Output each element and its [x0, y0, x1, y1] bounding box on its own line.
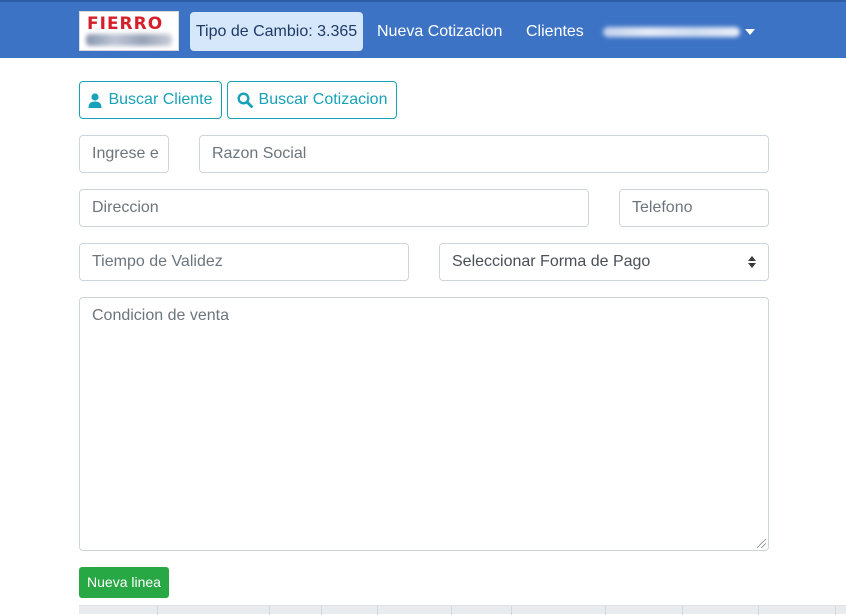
- telefono-input[interactable]: Telefono: [619, 189, 769, 227]
- direccion-input[interactable]: Direccion: [79, 189, 589, 227]
- razon-social-input[interactable]: Razon Social: [199, 135, 769, 173]
- buscar-cotizacion-label: Buscar Cotizacion: [258, 91, 388, 108]
- nueva-linea-button[interactable]: Nueva linea: [79, 567, 169, 598]
- condicion-venta-textarea[interactable]: Condicion de venta: [79, 297, 769, 551]
- user-icon: [88, 92, 102, 108]
- search-icon: [237, 92, 253, 108]
- caret-down-icon[interactable]: [745, 29, 755, 35]
- buscar-cliente-button[interactable]: Buscar Cliente: [79, 81, 222, 119]
- resize-handle-icon[interactable]: [757, 539, 766, 548]
- buscar-cotizacion-button[interactable]: Buscar Cotizacion: [227, 81, 397, 119]
- select-arrows-icon: [748, 256, 756, 268]
- forma-pago-select[interactable]: Seleccionar Forma de Pago: [439, 243, 769, 281]
- table-header-strip: [79, 605, 846, 615]
- buscar-cliente-label: Buscar Cliente: [108, 91, 213, 108]
- exchange-rate-badge: Tipo de Cambio: 3.365: [190, 12, 363, 51]
- forma-pago-selected: Seleccionar Forma de Pago: [452, 253, 651, 270]
- user-menu-name-blurred[interactable]: [603, 27, 740, 37]
- logo-text: FIERRO: [87, 14, 164, 34]
- brand-logo[interactable]: FIERRO: [79, 11, 179, 51]
- top-navbar: FIERRO Tipo de Cambio: 3.365 Nueva Cotiz…: [0, 0, 846, 58]
- nav-nueva-cotizacion[interactable]: Nueva Cotizacion: [377, 12, 502, 51]
- condicion-venta-placeholder: Condicion de venta: [92, 307, 229, 324]
- logo-subtitle-blurred: [86, 34, 172, 46]
- ruc-input[interactable]: Ingrese e: [79, 135, 169, 173]
- nav-clientes[interactable]: Clientes: [526, 12, 584, 51]
- tiempo-validez-input[interactable]: Tiempo de Validez: [79, 243, 409, 281]
